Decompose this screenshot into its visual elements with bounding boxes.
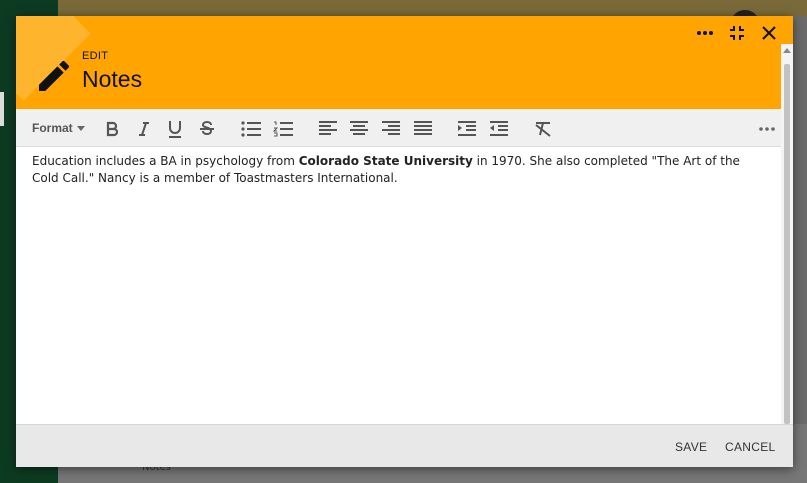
background-mark bbox=[0, 92, 4, 126]
dialog-header: EDIT Notes bbox=[16, 16, 793, 109]
format-dropdown[interactable]: Format bbox=[32, 121, 85, 135]
indent-icon bbox=[458, 121, 476, 136]
chevron-down-icon bbox=[76, 125, 85, 131]
notes-text-bold: Colorado State University bbox=[298, 154, 473, 168]
align-center-icon bbox=[350, 121, 368, 135]
format-label: Format bbox=[32, 121, 73, 135]
notes-editor[interactable]: Education includes a BA in psychology fr… bbox=[16, 148, 776, 424]
cancel-button[interactable]: CANCEL bbox=[725, 440, 775, 454]
align-justify-icon bbox=[414, 121, 432, 135]
align-left-icon bbox=[319, 121, 337, 135]
dialog-footer: SAVE CANCEL bbox=[16, 424, 793, 467]
numbered-list-button[interactable] bbox=[272, 118, 294, 140]
italic-icon bbox=[139, 122, 149, 136]
bold-button[interactable] bbox=[101, 118, 123, 140]
bullet-list-icon bbox=[241, 121, 261, 137]
underline-icon bbox=[169, 121, 181, 138]
close-icon bbox=[762, 26, 776, 40]
vertical-scrollbar[interactable] bbox=[781, 44, 793, 424]
notes-text: Education includes a BA in psychology fr… bbox=[32, 154, 299, 168]
more-icon bbox=[759, 127, 775, 131]
background-topbar bbox=[58, 0, 807, 16]
align-right-button[interactable] bbox=[380, 118, 402, 140]
underline-button[interactable] bbox=[164, 118, 186, 140]
pencil-icon bbox=[39, 60, 70, 91]
close-button[interactable] bbox=[756, 20, 782, 46]
clear-format-icon bbox=[535, 122, 551, 137]
minimize-button[interactable] bbox=[724, 20, 750, 46]
italic-button[interactable] bbox=[133, 118, 155, 140]
more-icon bbox=[697, 31, 713, 35]
align-center-button[interactable] bbox=[348, 118, 370, 140]
align-justify-button[interactable] bbox=[412, 118, 434, 140]
save-button[interactable]: SAVE bbox=[675, 440, 707, 454]
strikethrough-button[interactable] bbox=[196, 118, 218, 140]
bold-icon bbox=[106, 121, 119, 137]
edit-notes-dialog: EDIT Notes Format Education includes a B… bbox=[16, 16, 793, 467]
align-left-button[interactable] bbox=[317, 118, 339, 140]
dialog-title: Notes bbox=[82, 66, 143, 92]
outdent-button[interactable] bbox=[488, 118, 510, 140]
numbered-list-icon bbox=[273, 121, 293, 137]
bullet-list-button[interactable] bbox=[240, 118, 262, 140]
more-options-button[interactable] bbox=[692, 20, 718, 46]
strikethrough-icon bbox=[200, 121, 214, 136]
toolbar-more-button[interactable] bbox=[756, 118, 778, 140]
collapse-icon bbox=[730, 26, 744, 40]
clear-format-button[interactable] bbox=[532, 118, 554, 140]
dialog-subtitle: EDIT bbox=[82, 50, 109, 62]
scroll-up-icon[interactable] bbox=[783, 48, 791, 53]
editor-toolbar: Format bbox=[16, 109, 793, 147]
scroll-thumb[interactable] bbox=[784, 64, 790, 424]
outdent-icon bbox=[490, 121, 508, 136]
indent-button[interactable] bbox=[456, 118, 478, 140]
align-right-icon bbox=[382, 121, 400, 135]
